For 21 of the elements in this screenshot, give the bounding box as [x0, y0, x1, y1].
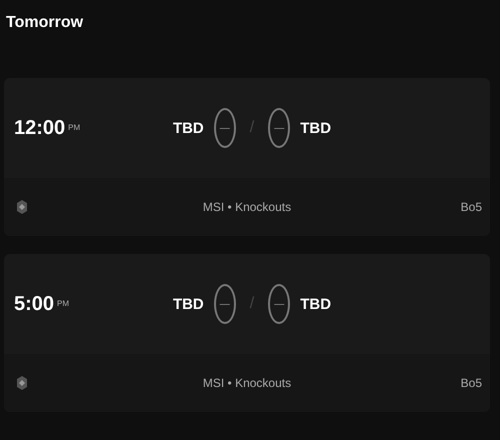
event-name: MSI • Knockouts: [202, 200, 292, 214]
team-name: TBD: [172, 296, 204, 312]
team-name: TBD: [172, 120, 204, 136]
team-name: TBD: [300, 296, 332, 312]
score-badge: —: [268, 108, 290, 148]
series-format: Bo5: [460, 200, 482, 214]
league-logo-icon: [16, 199, 28, 215]
match-time: 5:00: [14, 292, 54, 316]
score-badge: —: [214, 284, 236, 324]
league-logo-icon: [16, 375, 28, 391]
time-period: PM: [68, 122, 80, 132]
event-name: MSI • Knockouts: [202, 376, 292, 390]
score-badge: —: [214, 108, 236, 148]
series-format: Bo5: [460, 376, 482, 390]
time-period: PM: [57, 298, 70, 308]
day-heading: Tomorrow: [6, 14, 84, 32]
score-separator: /: [250, 295, 254, 313]
match-time: 12:00: [14, 116, 66, 140]
team-name: TBD: [300, 120, 332, 136]
score-badge: —: [268, 284, 290, 324]
score-separator: /: [250, 119, 254, 137]
